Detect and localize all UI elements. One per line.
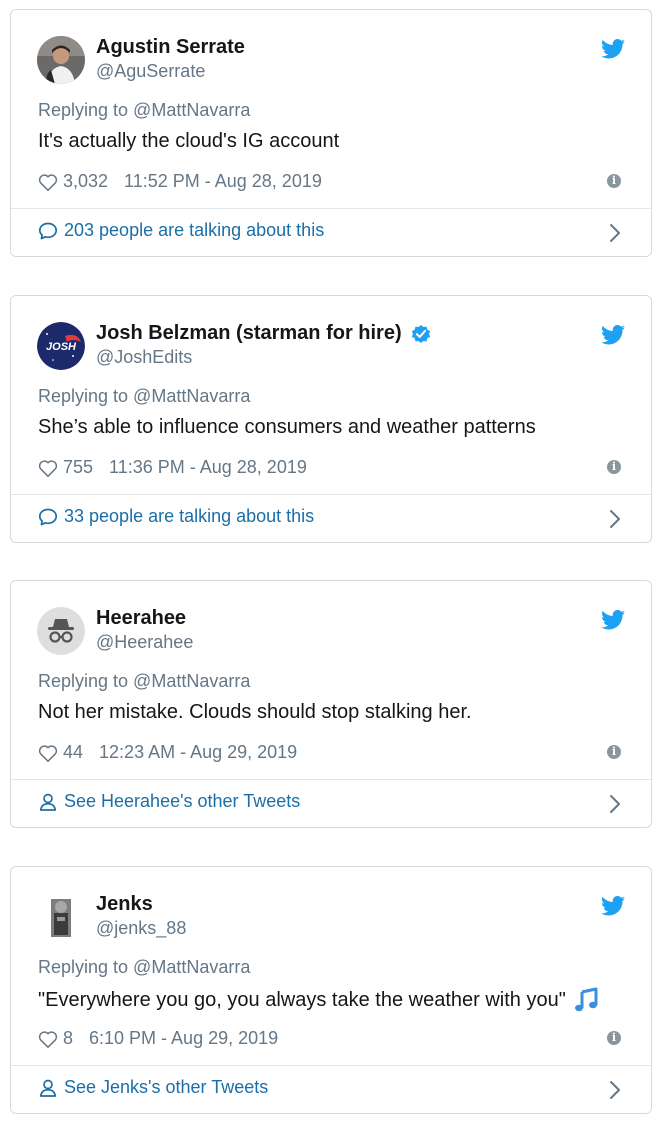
divider [11, 1065, 651, 1066]
heart-icon[interactable] [38, 459, 58, 477]
verified-badge-icon [411, 324, 430, 343]
timestamp[interactable]: 11:36 PM - Aug 28, 2019 [109, 457, 307, 478]
timestamp[interactable]: 11:52 PM - Aug 28, 2019 [124, 171, 322, 192]
tweet-card[interactable]: JOSH Josh Belzman (starman for hire) @Jo… [10, 295, 652, 543]
user-handle[interactable]: @JoshEdits [96, 347, 192, 368]
like-count[interactable]: 8 [63, 1028, 73, 1049]
display-name[interactable]: Jenks [96, 893, 153, 916]
display-name[interactable]: Josh Belzman (starman for hire) [96, 322, 432, 345]
tweet-meta: 44 12:23 AM - Aug 29, 2019 [38, 742, 297, 763]
timestamp[interactable]: 12:23 AM - Aug 29, 2019 [99, 742, 297, 763]
person-icon [39, 793, 57, 811]
avatar[interactable] [37, 36, 85, 84]
footer-label[interactable]: 33 people are talking about this [64, 506, 314, 527]
comment-icon [38, 508, 58, 525]
heart-icon[interactable] [38, 744, 58, 762]
twitter-bird-icon[interactable] [601, 896, 625, 916]
footer-label[interactable]: See Jenks's other Tweets [64, 1077, 268, 1098]
chevron-right-icon[interactable] [609, 794, 621, 814]
user-handle[interactable]: @jenks_88 [96, 918, 186, 939]
profile-link[interactable]: See Jenks's other Tweets [38, 1077, 268, 1098]
replying-to: Replying to @MattNavarra [38, 386, 251, 406]
twitter-bird-icon[interactable] [601, 610, 625, 630]
tweet-meta: 8 6:10 PM - Aug 29, 2019 [38, 1028, 278, 1049]
profile-link[interactable]: See Heerahee's other Tweets [38, 791, 300, 812]
conversation-link[interactable]: 33 people are talking about this [38, 506, 314, 527]
avatar[interactable] [37, 893, 85, 941]
divider [11, 208, 651, 209]
tweet-card[interactable]: Jenks @jenks_88 Replying to @MattNavarra… [10, 866, 652, 1114]
divider [11, 779, 651, 780]
tweet-text: It's actually the cloud's IG account [38, 130, 340, 152]
replying-to: Replying to @MattNavarra [38, 957, 251, 977]
chevron-right-icon[interactable] [609, 1080, 621, 1100]
divider [11, 494, 651, 495]
tweet-text: She’s able to influence consumers and we… [38, 416, 536, 438]
tweet-text: "Everywhere you go, you always take the … [38, 987, 600, 1013]
timestamp[interactable]: 6:10 PM - Aug 29, 2019 [89, 1028, 278, 1049]
music-note-icon [574, 987, 598, 1012]
replying-to: Replying to @MattNavarra [38, 100, 251, 120]
like-count[interactable]: 755 [63, 457, 93, 478]
tweet-text: Not her mistake. Clouds should stop stal… [38, 701, 472, 723]
like-count[interactable]: 44 [63, 742, 83, 763]
avatar[interactable] [37, 607, 85, 655]
replying-to: Replying to @MattNavarra [38, 671, 251, 691]
chevron-right-icon[interactable] [609, 223, 621, 243]
twitter-bird-icon[interactable] [601, 39, 625, 59]
info-icon[interactable]: i [607, 460, 621, 474]
user-handle[interactable]: @Heerahee [96, 632, 193, 653]
tweet-meta: 755 11:36 PM - Aug 28, 2019 [38, 457, 307, 478]
avatar[interactable]: JOSH [37, 322, 85, 370]
person-icon [39, 1079, 57, 1097]
info-icon[interactable]: i [607, 745, 621, 759]
tweet-card[interactable]: Heerahee @Heerahee Replying to @MattNava… [10, 580, 652, 828]
footer-label[interactable]: 203 people are talking about this [64, 220, 324, 241]
comment-icon [38, 222, 58, 239]
heart-icon[interactable] [38, 173, 58, 191]
user-handle[interactable]: @AguSerrate [96, 61, 205, 82]
svg-text:JOSH: JOSH [46, 341, 77, 353]
info-icon[interactable]: i [607, 174, 621, 188]
twitter-bird-icon[interactable] [601, 325, 625, 345]
conversation-link[interactable]: 203 people are talking about this [38, 220, 324, 241]
display-name[interactable]: Heerahee [96, 607, 186, 630]
heart-icon[interactable] [38, 1030, 58, 1048]
like-count[interactable]: 3,032 [63, 171, 108, 192]
chevron-right-icon[interactable] [609, 509, 621, 529]
info-icon[interactable]: i [607, 1031, 621, 1045]
tweet-meta: 3,032 11:52 PM - Aug 28, 2019 [38, 171, 322, 192]
display-name[interactable]: Agustin Serrate [96, 36, 245, 59]
footer-label[interactable]: See Heerahee's other Tweets [64, 791, 300, 812]
tweet-card[interactable]: Agustin Serrate @AguSerrate Replying to … [10, 9, 652, 257]
